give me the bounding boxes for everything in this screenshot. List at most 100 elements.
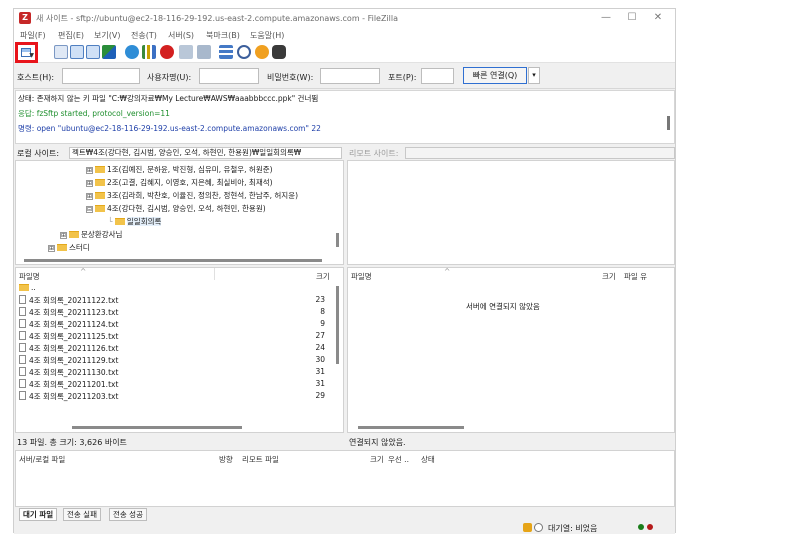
file-list-scrollbar[interactable] <box>336 286 339 364</box>
queue-col-direction[interactable]: 방향 <box>219 454 233 465</box>
queue-col-status[interactable]: 상태 <box>421 454 435 465</box>
column-filename[interactable]: 파일명 <box>19 271 40 282</box>
collapse-icon[interactable]: ⊟ <box>86 206 93 213</box>
local-path-input[interactable]: 젝트₩4조(강다현, 김시범, 양승인, 오석, 하현민, 한용원)₩일일회의록… <box>69 147 342 159</box>
tab-failed-transfers[interactable]: 전송 실패 <box>63 508 101 521</box>
file-row[interactable]: 4조 회의록_20211123.txt 8 <box>19 307 331 318</box>
menu-bookmarks[interactable]: 북마크(B) <box>206 30 240 41</box>
remote-hscrollbar[interactable] <box>358 426 464 429</box>
minimize-button[interactable]: — <box>596 11 616 25</box>
cancel-icon[interactable] <box>160 45 174 59</box>
username-input[interactable] <box>199 68 259 84</box>
port-input[interactable] <box>421 68 454 84</box>
quickconnect-dropdown[interactable]: ▾ <box>528 67 540 84</box>
disconnect-icon[interactable] <box>179 45 193 59</box>
tree-hscrollbar[interactable] <box>24 259 322 262</box>
tree-item[interactable]: ⊞ 3조(김라희, 박찬호, 이율진, 정의찬, 정현석, 한남주, 허지윤) <box>86 191 298 201</box>
local-file-list[interactable]: 파일명 ^ 크기 .. 4조 회의록_20211122.txt 23 4조 회의록_… <box>15 267 344 433</box>
expand-icon[interactable]: ⊞ <box>60 232 67 239</box>
maximize-button[interactable]: ☐ <box>622 11 642 25</box>
tab-queued-files[interactable]: 대기 파일 <box>19 508 58 521</box>
file-row[interactable]: 4조 회의록_20211122.txt 23 <box>19 295 331 306</box>
local-directory-tree[interactable]: ⊞ 1조(김예진, 문하윤, 박진형, 심유미, 유철우, 허원준) ⊞ 2조(고결… <box>15 160 344 265</box>
queue-col-remote[interactable]: 리모트 파일 <box>242 454 279 465</box>
speed-limit-icon[interactable] <box>534 523 543 532</box>
tree-item-label: 3조(김라희, 박찬호, 이율진, 정의찬, 정현석, 한남주, 허지윤) <box>107 191 299 200</box>
text-file-icon <box>19 319 26 328</box>
menu-help[interactable]: 도움말(H) <box>250 30 284 41</box>
remote-file-list[interactable]: 파일명 ^ 크기 파일 유 서버에 연결되지 않았음 <box>347 267 675 433</box>
tree-item[interactable]: ⊞ 1조(김예진, 문하윤, 박진형, 심유미, 유철우, 허원준) <box>86 165 273 175</box>
host-label: 호스트(H): <box>17 73 55 82</box>
file-row[interactable]: 4조 회의록_20211201.txt 31 <box>19 379 331 390</box>
file-row[interactable]: 4조 회의록_20211203.txt 29 <box>19 391 331 402</box>
sync-browse-icon[interactable] <box>255 45 269 59</box>
column-filetype[interactable]: 파일 유 <box>624 271 647 282</box>
text-file-icon <box>19 379 26 388</box>
remote-directory-tree[interactable] <box>347 160 675 265</box>
quickconnect-button[interactable]: 빠른 연결(Q) <box>463 67 527 84</box>
password-input[interactable] <box>320 68 380 84</box>
process-queue-icon[interactable] <box>142 45 156 59</box>
remote-path-input[interactable] <box>405 147 675 159</box>
tree-item[interactable]: ⊞ 스터디 <box>48 243 90 253</box>
queue-col-size[interactable]: 크기 <box>370 454 384 465</box>
file-row[interactable]: 4조 회의록_20211129.txt 30 <box>19 355 331 366</box>
menu-server[interactable]: 서버(S) <box>168 30 194 41</box>
toggle-queue-icon[interactable] <box>102 45 116 59</box>
host-input[interactable] <box>62 68 140 84</box>
file-row[interactable]: 4조 회의록_20211130.txt 31 <box>19 367 331 378</box>
file-size: 23 <box>315 295 325 304</box>
tree-scrollbar[interactable] <box>336 233 339 247</box>
file-row[interactable]: 4조 회의록_20211125.txt 27 <box>19 331 331 342</box>
text-file-icon <box>19 391 26 400</box>
password-label: 비밀번호(W): <box>267 73 314 82</box>
reconnect-icon[interactable] <box>197 45 211 59</box>
toggle-local-tree-icon[interactable] <box>70 45 84 59</box>
status-bar: 대기열: 비었음 <box>14 521 675 534</box>
tree-item[interactable]: ⊞ 문상환강사님 <box>60 230 122 240</box>
local-status-text: 13 파일. 총 크기: 3,626 바이트 <box>17 438 127 447</box>
queue-col-file[interactable]: 서버/로컬 파일 <box>19 454 65 465</box>
column-size[interactable]: 크기 <box>602 271 616 282</box>
search-icon[interactable] <box>272 45 286 59</box>
quickconnect-bar: 호스트(H): 사용자명(U): 비밀번호(W): 포트(P): 빠른 연결(Q… <box>14 64 675 89</box>
menu-file[interactable]: 파일(F) <box>20 30 46 41</box>
parent-dir-row[interactable]: .. <box>19 283 36 293</box>
file-size: 29 <box>315 391 325 400</box>
filter-icon[interactable] <box>219 45 233 59</box>
tree-item-label: 스터디 <box>69 243 90 252</box>
column-size[interactable]: 크기 <box>316 271 330 282</box>
menu-edit[interactable]: 편집(E) <box>58 30 84 41</box>
file-list-hscrollbar[interactable] <box>72 426 242 429</box>
close-button[interactable]: ✕ <box>648 11 668 25</box>
tree-item[interactable]: ⊞ 2조(고결, 김혜지, 이영호, 지은혜, 최실비아, 최재석) <box>86 178 273 188</box>
file-row[interactable]: 4조 회의록_20211126.txt 24 <box>19 343 331 354</box>
log-scrollbar[interactable] <box>667 116 670 130</box>
expand-icon[interactable]: ⊞ <box>86 180 93 187</box>
expand-icon[interactable]: ⊞ <box>86 193 93 200</box>
tab-successful-transfers[interactable]: 전송 성공 <box>109 508 147 521</box>
menu-view[interactable]: 보기(V) <box>94 30 120 41</box>
expand-icon[interactable]: ⊞ <box>86 167 93 174</box>
file-row[interactable]: 4조 회의록_20211124.txt 9 <box>19 319 331 330</box>
transfer-queue[interactable]: 서버/로컬 파일 방향 리모트 파일 크기 우선 .. 상태 <box>15 450 675 507</box>
tree-item-label: 일일회의록 <box>126 217 162 226</box>
file-name: 4조 회의록_20211123.txt <box>29 308 119 317</box>
message-log[interactable]: 상태: 존재하지 않는 키 파일 "C:₩강의자료₩My Lecture₩AWS… <box>15 90 675 144</box>
menu-transfer[interactable]: 전송(T) <box>131 30 157 41</box>
tree-item-selected[interactable]: └ 일일회의록 <box>108 217 162 227</box>
file-name: 4조 회의록_20211201.txt <box>29 380 119 389</box>
column-filename[interactable]: 파일명 <box>351 271 372 282</box>
expand-icon[interactable]: ⊞ <box>48 245 55 252</box>
column-divider[interactable] <box>214 268 215 280</box>
text-file-icon <box>19 343 26 352</box>
refresh-icon[interactable] <box>125 45 139 59</box>
tree-item[interactable]: ⊟ 4조(강다현, 김시범, 양승인, 오석, 하현민, 한용원) <box>86 204 266 214</box>
toggle-log-icon[interactable] <box>54 45 68 59</box>
text-file-icon <box>19 367 26 376</box>
queue-col-priority[interactable]: 우선 .. <box>388 454 409 465</box>
compare-icon[interactable] <box>237 45 251 59</box>
toggle-remote-tree-icon[interactable] <box>86 45 100 59</box>
site-manager-button[interactable]: ▼ <box>15 42 38 63</box>
